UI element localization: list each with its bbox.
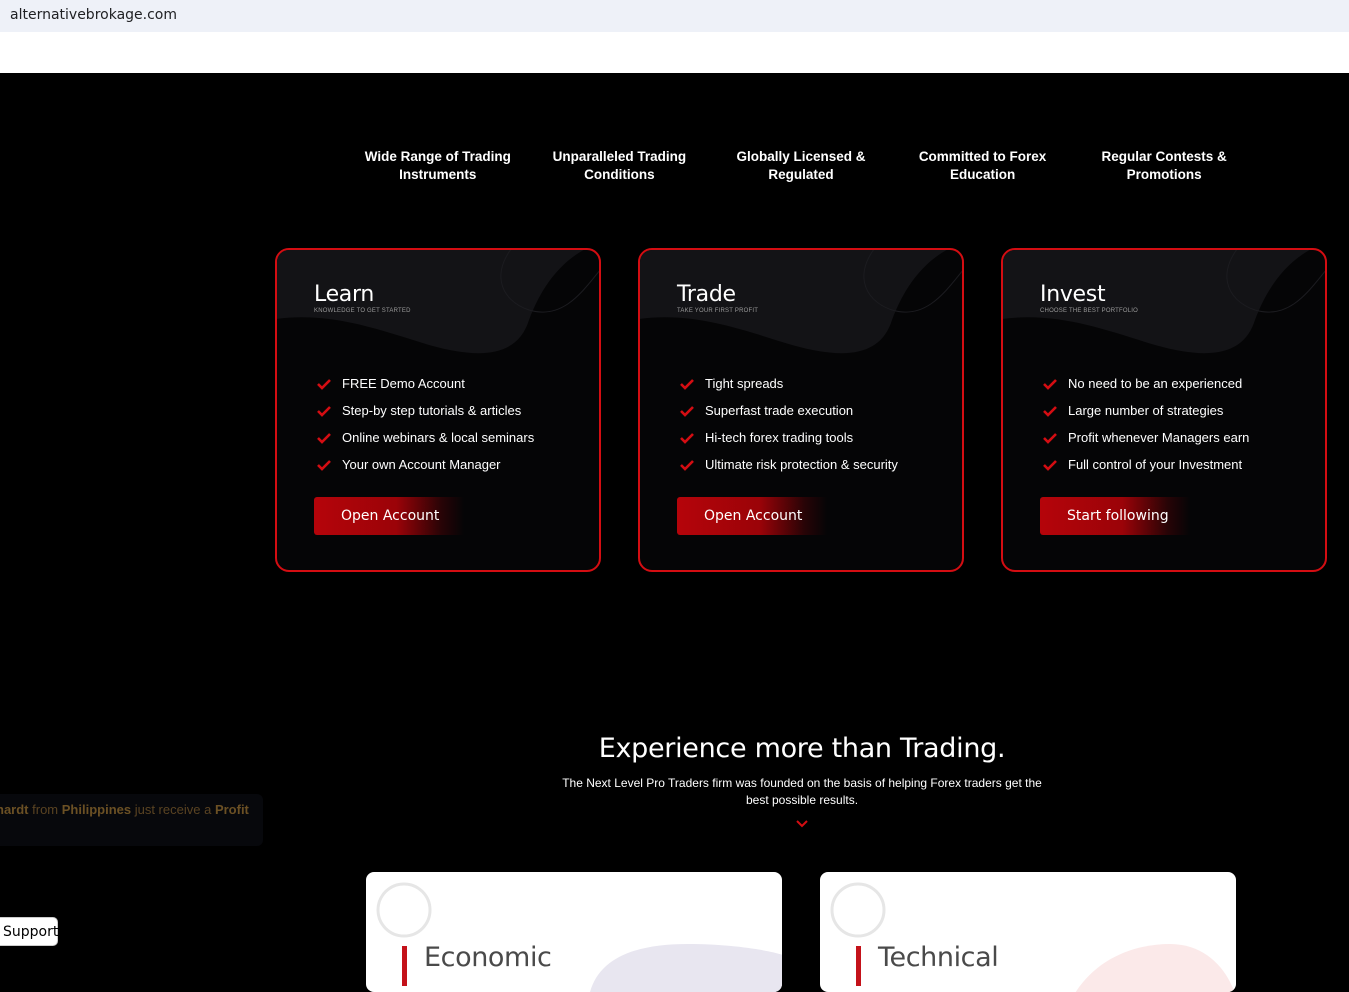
toast-name: hardt [0, 802, 29, 817]
accent-bar [402, 946, 407, 986]
feature-education[interactable]: Committed to Forex Education [892, 148, 1074, 184]
checkmark-icon [1043, 459, 1057, 471]
card-invest: Invest CHOOSE THE BEST PORTFOLIO No need… [1001, 248, 1327, 572]
list-item: Tight spreads [680, 370, 898, 397]
card-subtitle: TAKE YOUR FIRST PROFIT [677, 308, 759, 314]
site-header [0, 32, 1349, 73]
list-item-label: Online webinars & local seminars [342, 430, 535, 445]
url-text: alternativebrokage.com [10, 7, 178, 23]
list-item: Superfast trade execution [680, 397, 898, 424]
checkmark-icon [680, 378, 694, 390]
checkmark-icon [317, 432, 331, 444]
chevron-down-icon[interactable] [796, 820, 808, 828]
checkmark-icon [317, 459, 331, 471]
checkmark-icon [1043, 405, 1057, 417]
feature-list: No need to be an experienced Large numbe… [1043, 370, 1249, 478]
list-item: Profit whenever Managers earn [1043, 424, 1249, 451]
list-item: No need to be an experienced [1043, 370, 1249, 397]
toast-profit: Profit [214, 802, 249, 817]
open-account-button[interactable]: Open Account [314, 497, 464, 535]
list-item: Hi-tech forex trading tools [680, 424, 898, 451]
list-item-label: Profit whenever Managers earn [1068, 430, 1250, 445]
feature-licensed[interactable]: Globally Licensed & Regulated [710, 148, 892, 184]
feature-contests[interactable]: Regular Contests & Promotions [1073, 148, 1255, 184]
loading-ring-icon [830, 882, 886, 938]
list-item-label: Ultimate risk protection & security [705, 457, 898, 472]
decorative-shape [1075, 944, 1235, 992]
card-subtitle: KNOWLEDGE TO GET STARTED [314, 308, 411, 314]
list-item: Your own Account Manager [317, 451, 534, 478]
list-item: Full control of your Investment [1043, 451, 1249, 478]
panel-technical[interactable]: Technical [820, 872, 1236, 992]
card-learn: Learn KNOWLEDGE TO GET STARTED FREE Demo… [275, 248, 601, 572]
list-item-label: Full control of your Investment [1068, 457, 1243, 472]
card-trade: Trade TAKE YOUR FIRST PROFIT Tight sprea… [638, 248, 964, 572]
address-bar[interactable]: alternativebrokage.com [0, 0, 1349, 32]
decorative-blob [640, 250, 962, 354]
checkmark-icon [680, 432, 694, 444]
card-title: Invest [1040, 282, 1106, 307]
feature-list: FREE Demo Account Step-by step tutorials… [317, 370, 534, 478]
checkmark-icon [680, 405, 694, 417]
card-title: Trade [677, 282, 736, 307]
start-following-button[interactable]: Start following [1040, 497, 1190, 535]
checkmark-icon [1043, 432, 1057, 444]
panel-economic[interactable]: Economic [366, 872, 782, 992]
support-button[interactable]: Support [0, 917, 58, 946]
loading-ring-icon [376, 882, 432, 938]
decorative-blob [277, 250, 599, 354]
list-item-label: Your own Account Manager [342, 457, 501, 472]
checkmark-icon [317, 378, 331, 390]
feature-nav: Wide Range of Trading Instruments Unpara… [347, 148, 1255, 184]
list-item-label: FREE Demo Account [342, 376, 465, 391]
toast-action: just receive a [134, 802, 212, 817]
accent-bar [856, 946, 861, 986]
list-item-label: Large number of strategies [1068, 403, 1224, 418]
list-item: Large number of strategies [1043, 397, 1249, 424]
toast-country: Philippines [61, 802, 132, 817]
feature-list: Tight spreads Superfast trade execution … [680, 370, 898, 478]
open-account-button[interactable]: Open Account [677, 497, 827, 535]
list-item-label: No need to be an experienced [1068, 376, 1243, 391]
card-title: Learn [314, 282, 374, 307]
feature-instruments[interactable]: Wide Range of Trading Instruments [347, 148, 529, 184]
list-item: Online webinars & local seminars [317, 424, 534, 451]
checkmark-icon [1043, 378, 1057, 390]
feature-conditions[interactable]: Unparalleled Trading Conditions [529, 148, 711, 184]
list-item: Ultimate risk protection & security [680, 451, 898, 478]
list-item-label: Tight spreads [705, 376, 784, 391]
panel-title: Economic [424, 942, 552, 973]
checkmark-icon [317, 405, 331, 417]
list-item-label: Step-by step tutorials & articles [342, 403, 522, 418]
list-item: FREE Demo Account [317, 370, 534, 397]
card-subtitle: CHOOSE THE BEST PORTFOLIO [1040, 308, 1139, 314]
list-item-label: Superfast trade execution [705, 403, 854, 418]
decorative-blob [1003, 250, 1325, 354]
profit-notification: hardt from Philippines just receive a Pr… [0, 794, 263, 846]
toast-from: from [32, 802, 59, 817]
checkmark-icon [680, 459, 694, 471]
section-title: Experience more than Trading. [598, 733, 1006, 764]
list-item: Step-by step tutorials & articles [317, 397, 534, 424]
decorative-shape [590, 944, 782, 992]
section-subtitle: The Next Level Pro Traders firm was foun… [562, 776, 1042, 807]
panel-title: Technical [878, 942, 999, 973]
list-item-label: Hi-tech forex trading tools [705, 430, 854, 445]
